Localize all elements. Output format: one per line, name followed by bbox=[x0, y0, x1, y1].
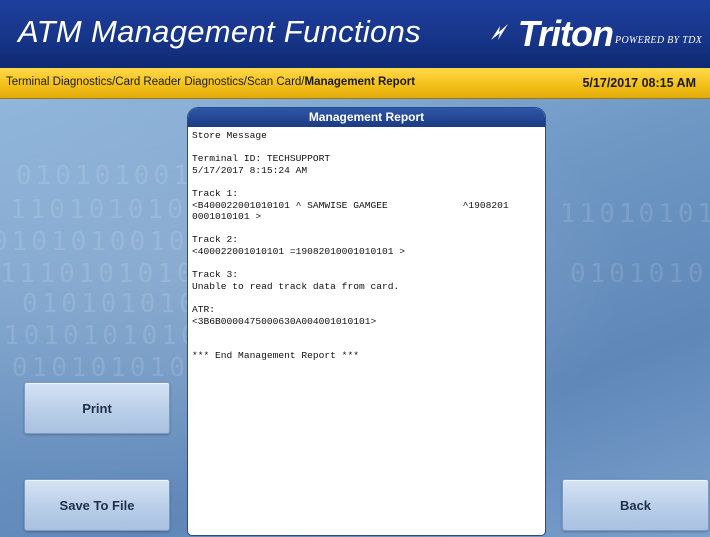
binary-pattern: 1110101010 bbox=[0, 259, 197, 289]
back-button[interactable]: Back bbox=[562, 479, 709, 531]
triton-logo: Triton POWERED BY TDX bbox=[488, 10, 702, 54]
binary-pattern: 1101010101 bbox=[10, 195, 207, 225]
binary-pattern: 0101010010 bbox=[16, 161, 213, 191]
report-title: Management Report bbox=[188, 108, 545, 127]
breadcrumb-path: Terminal Diagnostics/Card Reader Diagnos… bbox=[6, 76, 305, 88]
brand-name: Triton bbox=[517, 13, 614, 54]
save-to-file-button[interactable]: Save To File bbox=[24, 479, 170, 531]
binary-pattern: 1010101010 bbox=[4, 321, 201, 351]
report-text: Store Message Terminal ID: TECHSUPPORT 5… bbox=[192, 130, 509, 362]
triton-swoosh-icon bbox=[490, 24, 508, 40]
binary-pattern: 0101010010 bbox=[0, 227, 189, 257]
report-panel: Management Report Store Message Terminal… bbox=[188, 108, 545, 535]
binary-pattern: 1101010101 bbox=[560, 199, 710, 229]
breadcrumb-current: Management Report bbox=[304, 76, 416, 88]
app-title: ATM Management Functions bbox=[18, 14, 421, 49]
date-time: 5/17/2017 08:15 AM bbox=[582, 76, 696, 90]
breadcrumb: Terminal Diagnostics/Card Reader Diagnos… bbox=[6, 76, 415, 88]
brand-subtitle: POWERED BY TDX bbox=[615, 35, 702, 46]
binary-pattern: 0101010101 bbox=[12, 353, 209, 383]
print-button[interactable]: Print bbox=[24, 382, 170, 434]
app-header: ATM Management Functions Triton POWERED … bbox=[0, 0, 710, 68]
breadcrumb-bar: Terminal Diagnostics/Card Reader Diagnos… bbox=[0, 68, 710, 99]
binary-pattern: 0101010101 bbox=[570, 259, 710, 289]
